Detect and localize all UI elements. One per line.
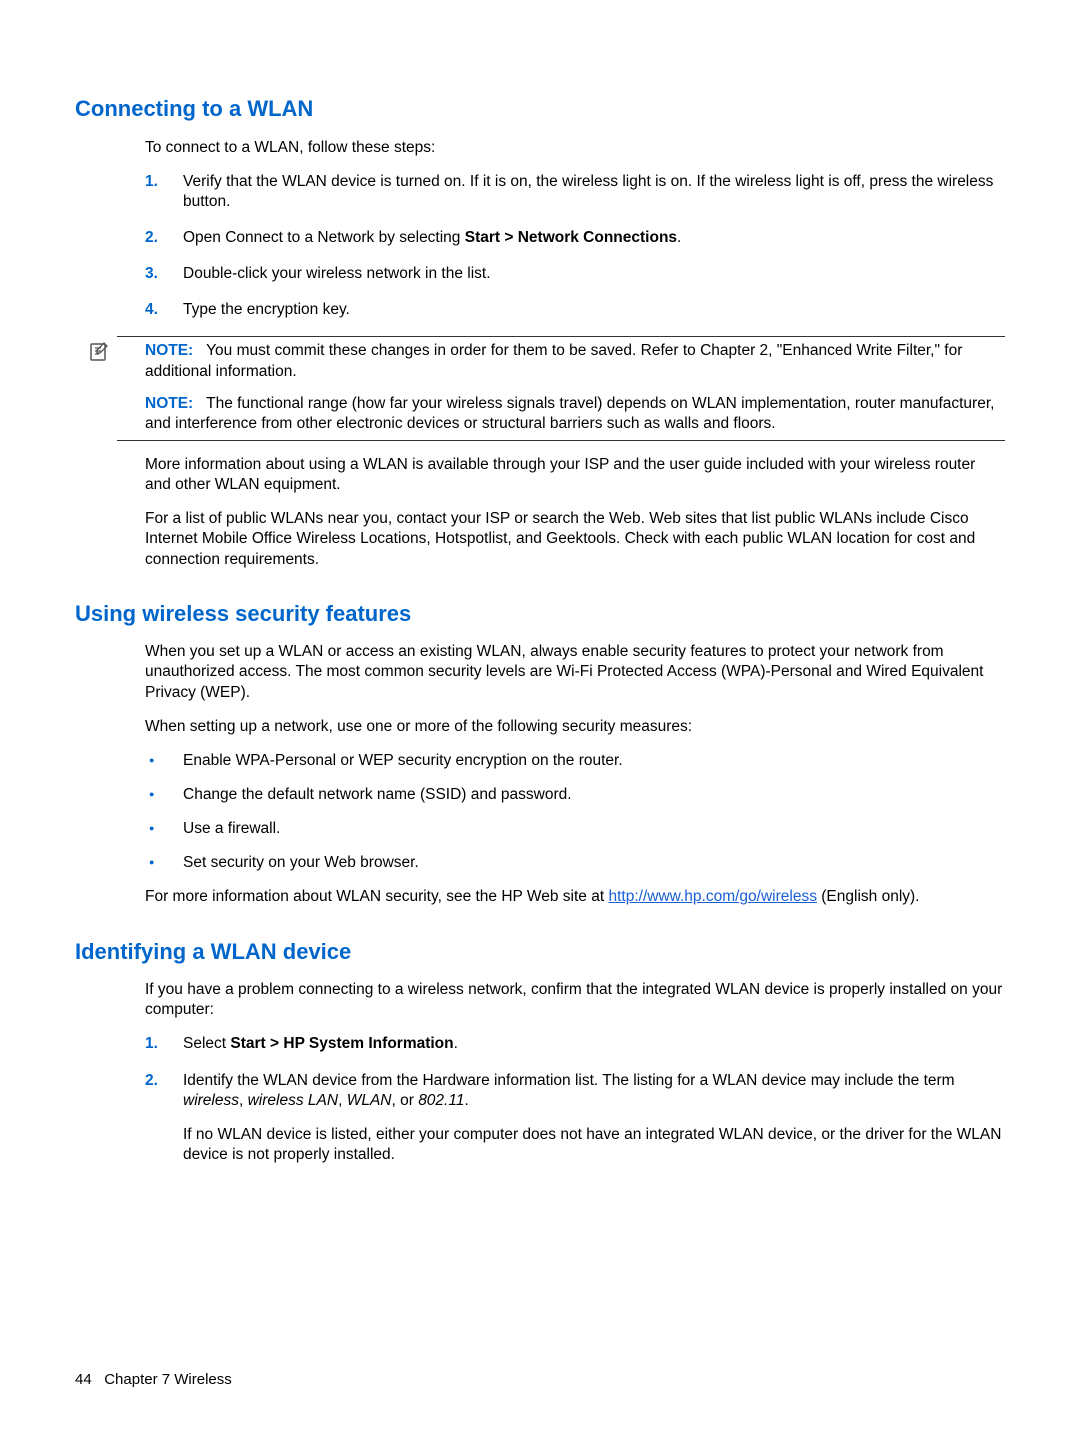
bullet-item: Use a firewall. bbox=[145, 819, 1005, 839]
heading-connecting-wlan: Connecting to a WLAN bbox=[75, 95, 1005, 124]
para-security-intro: When you set up a WLAN or access an exis… bbox=[145, 642, 1005, 702]
step-text: Select Start > HP System Information. bbox=[183, 1035, 458, 1052]
step-2: 2.Identify the WLAN device from the Hard… bbox=[145, 1071, 1005, 1166]
section-identifying-wlan: Identifying a WLAN device If you have a … bbox=[75, 938, 1005, 1166]
step-4: 4.Type the encryption key. bbox=[145, 300, 1005, 320]
identify-steps: 1.Select Start > HP System Information. … bbox=[145, 1034, 1005, 1165]
step-text: Identify the WLAN device from the Hardwa… bbox=[183, 1072, 955, 1109]
page-number: 44 bbox=[75, 1371, 92, 1388]
heading-wireless-security: Using wireless security features bbox=[75, 600, 1005, 629]
step-3: 3.Double-click your wireless network in … bbox=[145, 264, 1005, 284]
bullets-list: Enable WPA-Personal or WEP security encr… bbox=[145, 751, 1005, 874]
hp-wireless-link[interactable]: http://www.hp.com/go/wireless bbox=[608, 888, 816, 905]
note-block: NOTE: You must commit these changes in o… bbox=[117, 336, 1005, 441]
step-text: Type the encryption key. bbox=[183, 301, 350, 318]
para-public-wlan: For a list of public WLANs near you, con… bbox=[145, 509, 1005, 569]
step-1: 1.Verify that the WLAN device is turned … bbox=[145, 172, 1005, 212]
heading-identifying-wlan: Identifying a WLAN device bbox=[75, 938, 1005, 967]
note-2: NOTE: The functional range (how far your… bbox=[145, 394, 1005, 434]
para-more-info-link: For more information about WLAN security… bbox=[145, 887, 1005, 907]
para-more-info: More information about using a WLAN is a… bbox=[145, 455, 1005, 495]
note-1: NOTE: You must commit these changes in o… bbox=[145, 341, 1005, 381]
page-footer: 44 Chapter 7 Wireless bbox=[75, 1370, 232, 1390]
para-identify-intro: If you have a problem connecting to a wi… bbox=[145, 980, 1005, 1020]
step-1: 1.Select Start > HP System Information. bbox=[145, 1034, 1005, 1054]
step-2: 2.Open Connect to a Network by selecting… bbox=[145, 228, 1005, 248]
note-icon bbox=[89, 341, 109, 361]
step2-sub: If no WLAN device is listed, either your… bbox=[183, 1125, 1005, 1165]
step-text: Open Connect to a Network by selecting S… bbox=[183, 229, 681, 246]
intro-text: To connect to a WLAN, follow these steps… bbox=[145, 138, 1005, 158]
bullet-item: Change the default network name (SSID) a… bbox=[145, 785, 1005, 805]
chapter-label: Chapter 7 Wireless bbox=[104, 1371, 232, 1388]
section-wireless-security: Using wireless security features When yo… bbox=[75, 600, 1005, 908]
step-text: Verify that the WLAN device is turned on… bbox=[183, 173, 993, 210]
section-connecting-wlan: Connecting to a WLAN To connect to a WLA… bbox=[75, 95, 1005, 570]
step-text: Double-click your wireless network in th… bbox=[183, 265, 491, 282]
bullet-item: Set security on your Web browser. bbox=[145, 853, 1005, 873]
para-security-measures: When setting up a network, use one or mo… bbox=[145, 717, 1005, 737]
steps-list: 1.Verify that the WLAN device is turned … bbox=[145, 172, 1005, 321]
bullet-item: Enable WPA-Personal or WEP security encr… bbox=[145, 751, 1005, 771]
